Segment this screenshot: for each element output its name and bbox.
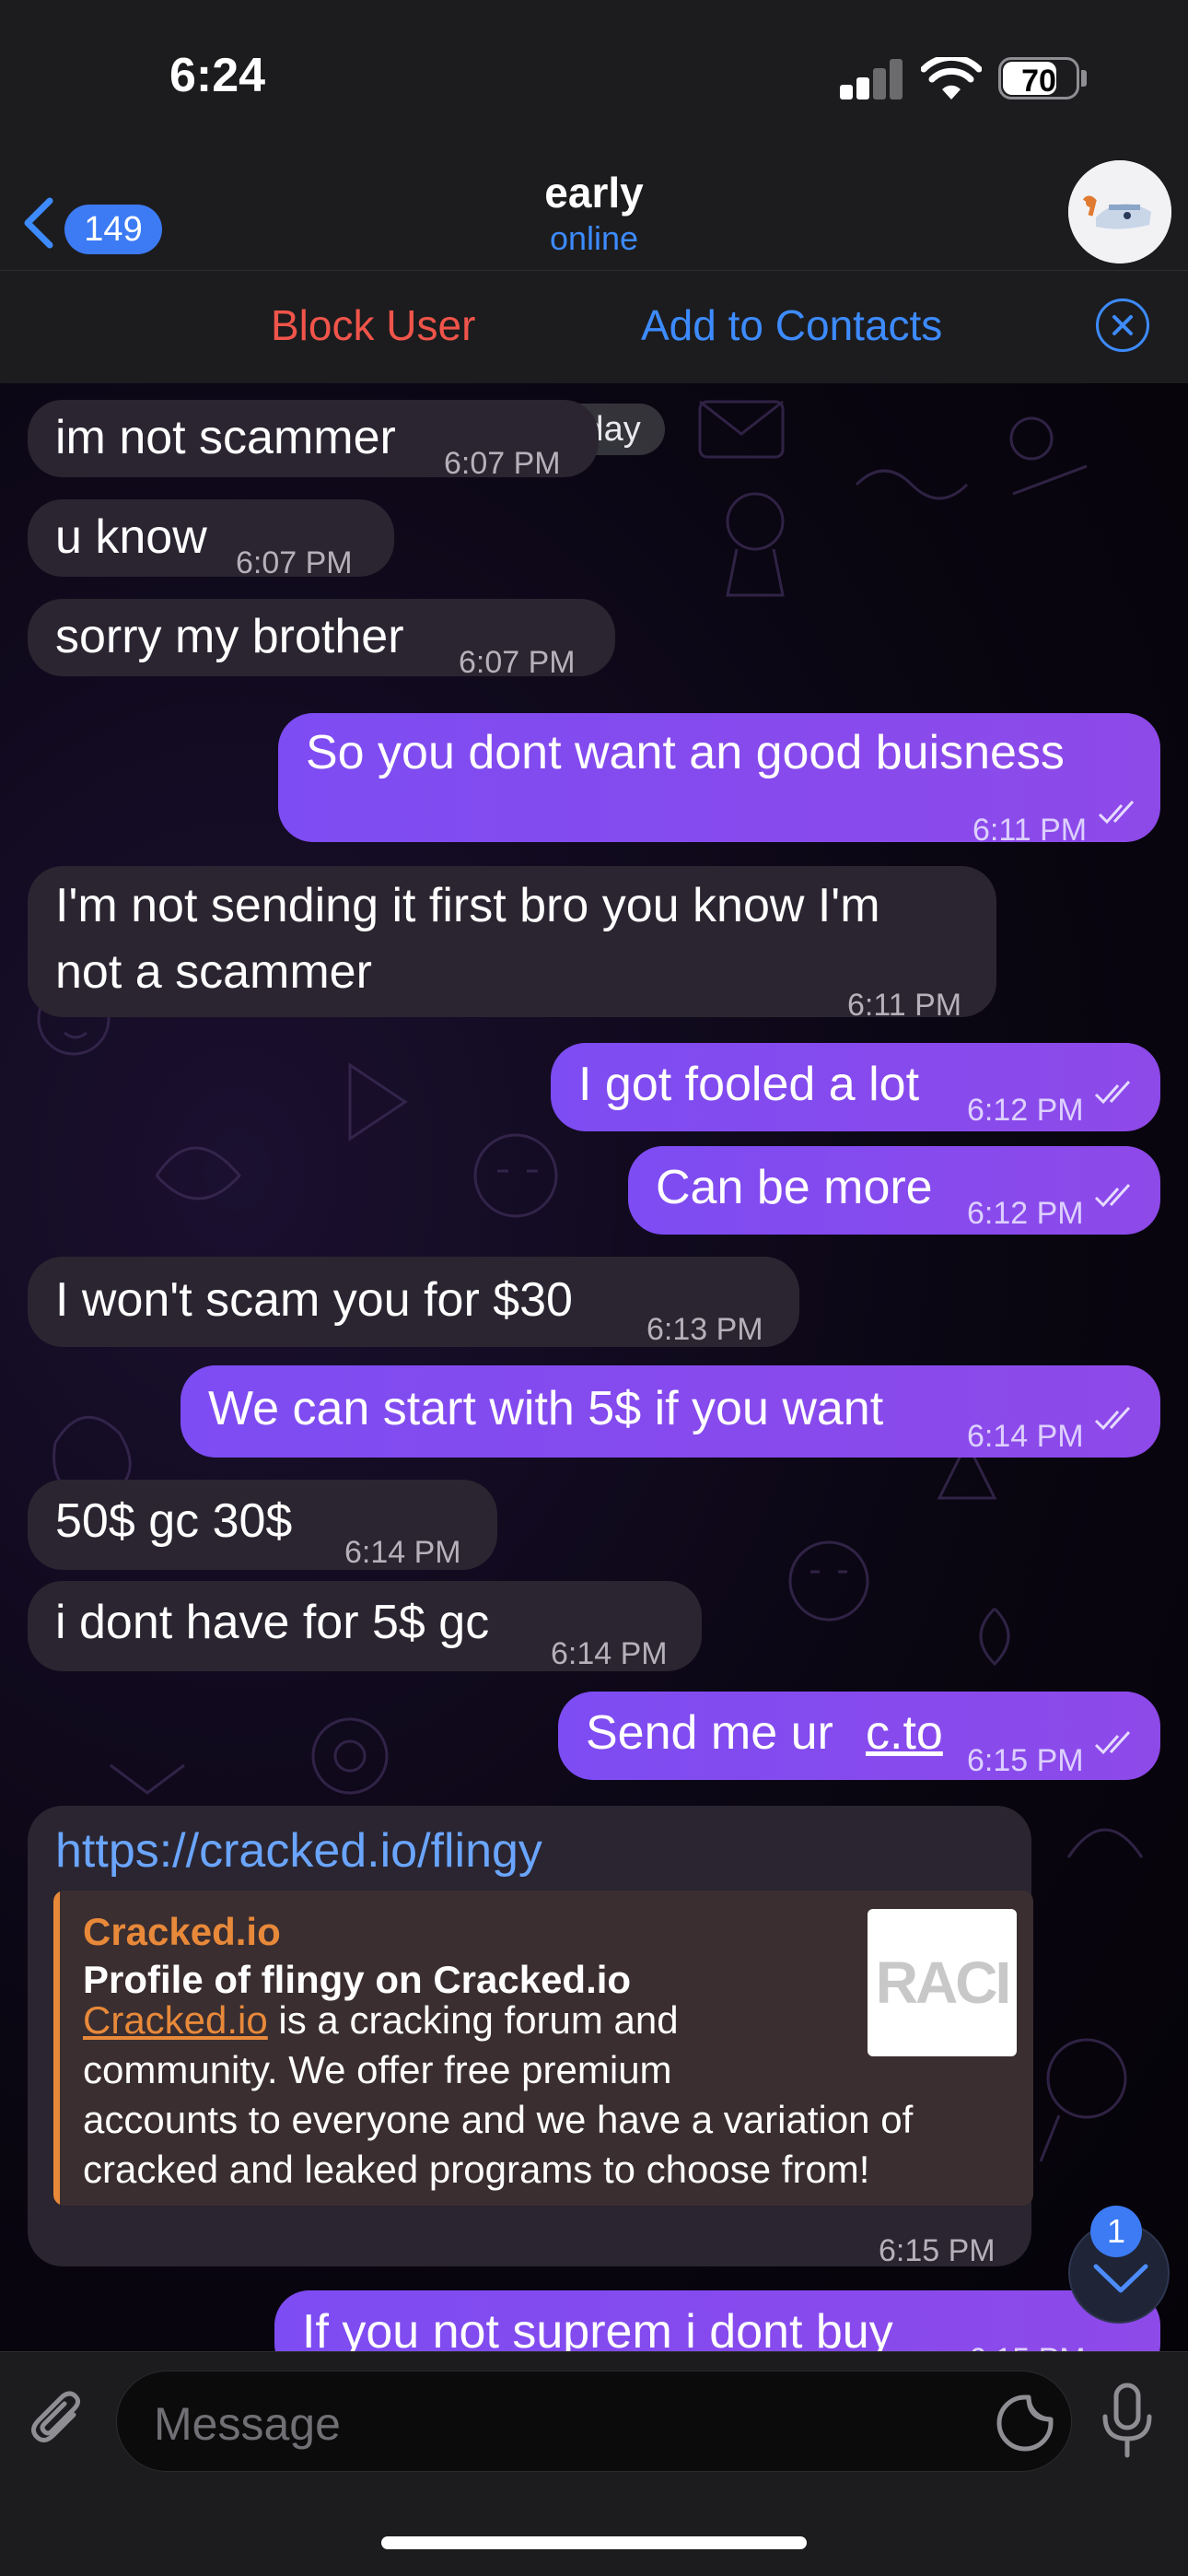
chat-header: 149 early online xyxy=(0,157,1188,271)
avatar[interactable] xyxy=(1068,160,1171,263)
message-text: sorry my brother xyxy=(55,610,404,663)
message-input-bar: Message xyxy=(0,2351,1188,2576)
close-circle-icon xyxy=(1112,315,1133,335)
battery-level: 70 xyxy=(1021,64,1056,99)
message-outgoing[interactable]: If you not suprem i dont buy 6:15 PM xyxy=(274,2290,1160,2351)
message-text: Can be more xyxy=(656,1161,933,1214)
microphone-icon[interactable] xyxy=(1100,2382,1155,2459)
block-user-button[interactable]: Block User xyxy=(271,300,475,350)
preview-desc-line-1: is a cracking forum and xyxy=(267,1998,679,2042)
message-outgoing[interactable]: So you dont want an good buisness 6:11 P… xyxy=(278,713,1160,848)
message-time: 6:14 PM xyxy=(551,1636,668,1671)
message-input[interactable]: Message xyxy=(116,2371,1072,2472)
message-incoming[interactable]: 50$ gc 30$ 6:14 PM xyxy=(28,1480,497,1570)
preview-accent-bar xyxy=(53,1891,60,2206)
message-placeholder: Message xyxy=(154,2398,341,2450)
message-text: im not scammer xyxy=(55,411,396,464)
message-outgoing[interactable]: Can be more 6:12 PM xyxy=(628,1146,1160,1235)
message-text-line-2: not a scammer xyxy=(55,945,372,999)
message-incoming[interactable]: i dont have for 5$ gc 6:14 PM xyxy=(28,1581,702,1671)
message-time: 6:07 PM xyxy=(459,645,576,680)
message-time: 6:14 PM xyxy=(344,1535,461,1570)
message-text: We can start with 5$ if you want xyxy=(208,1382,884,1435)
chat-status: online xyxy=(549,219,639,257)
paperclip-icon[interactable] xyxy=(26,2387,92,2453)
signal-icon xyxy=(840,59,904,100)
status-bar: 6:24 70 xyxy=(0,0,1188,157)
preview-desc-line-4: cracked and leaked programs to choose fr… xyxy=(83,2148,870,2191)
unread-count-badge: 1 xyxy=(1090,2206,1142,2257)
message-text: 50$ gc 30$ xyxy=(55,1494,293,1548)
message-time: 6:15 PM xyxy=(969,2327,1086,2351)
battery-icon: 70 xyxy=(998,57,1079,100)
link-preview-card[interactable]: Cracked.io Profile of flingy on Cracked.… xyxy=(53,1891,1033,2206)
message-text: If you not suprem i dont buy xyxy=(302,2305,893,2351)
message-text: Send me ur xyxy=(586,1706,833,1760)
message-text: I won't scam you for $30 xyxy=(55,1273,573,1327)
message-text: So you dont want an good buisness xyxy=(306,726,1065,779)
message-text-line-1: I'm not sending it first bro you know I'… xyxy=(55,879,880,932)
sticker-icon[interactable] xyxy=(996,2394,1054,2453)
close-banner-button[interactable] xyxy=(1096,299,1149,352)
avatar-image xyxy=(1068,160,1171,263)
preview-desc-link[interactable]: Cracked.io xyxy=(83,1998,268,2042)
message-list[interactable]: Today im not scammer 6:07 PM u know 6:07… xyxy=(0,383,1188,2351)
read-ticks-icon xyxy=(1094,1406,1131,1431)
message-text: i dont have for 5$ gc xyxy=(55,1596,490,1649)
message-time: 6:15 PM xyxy=(879,2233,996,2268)
read-ticks-icon xyxy=(1098,800,1135,825)
message-url-link[interactable]: https://cracked.io/flingy xyxy=(55,1819,542,1883)
message-link[interactable]: c.to xyxy=(866,1701,943,1765)
message-time: 6:07 PM xyxy=(236,545,353,580)
message-incoming[interactable]: u know 6:07 PM xyxy=(28,499,394,580)
message-incoming[interactable]: im not scammer 6:07 PM xyxy=(28,400,599,481)
home-indicator xyxy=(381,2536,807,2549)
message-time: 6:11 PM xyxy=(847,988,962,1023)
message-outgoing[interactable]: Send me ur c.to 6:15 PM xyxy=(558,1692,1160,1780)
message-time: 6:13 PM xyxy=(646,1312,763,1347)
message-time: 6:07 PM xyxy=(444,446,561,481)
wifi-icon xyxy=(921,57,982,100)
read-ticks-icon xyxy=(1094,1080,1131,1105)
preview-desc-line-2: community. We offer free premium xyxy=(83,2048,672,2091)
message-time: 6:12 PM xyxy=(967,1196,1084,1231)
message-incoming[interactable]: sorry my brother 6:07 PM xyxy=(28,599,615,680)
preview-desc-line-3: accounts to everyone and we have a varia… xyxy=(83,2098,914,2141)
read-ticks-icon xyxy=(1094,1183,1131,1208)
message-incoming[interactable]: I'm not sending it first bro you know I'… xyxy=(28,866,996,1023)
status-time: 6:24 xyxy=(169,49,266,102)
chat-title[interactable]: early xyxy=(0,168,1188,217)
message-time: 6:15 PM xyxy=(967,1743,1084,1778)
add-to-contacts-button[interactable]: Add to Contacts xyxy=(641,300,942,350)
message-time: 6:14 PM xyxy=(967,1419,1084,1454)
read-ticks-icon xyxy=(1094,1730,1131,1755)
preview-thumbnail: RACI xyxy=(868,1909,1017,2056)
message-outgoing[interactable]: We can start with 5$ if you want 6:14 PM xyxy=(181,1365,1160,1458)
message-time: 6:11 PM xyxy=(973,813,1088,848)
contact-action-bar: Block User Add to Contacts xyxy=(0,271,1188,383)
message-incoming[interactable]: I won't scam you for $30 6:13 PM xyxy=(28,1257,799,1347)
message-time: 6:12 PM xyxy=(967,1093,1084,1128)
message-text: u know xyxy=(55,510,207,564)
message-incoming-link-preview[interactable]: https://cracked.io/flingy Cracked.io Pro… xyxy=(28,1806,1033,2268)
message-outgoing[interactable]: I got fooled a lot 6:12 PM xyxy=(551,1043,1160,1131)
message-text: I got fooled a lot xyxy=(578,1058,920,1111)
